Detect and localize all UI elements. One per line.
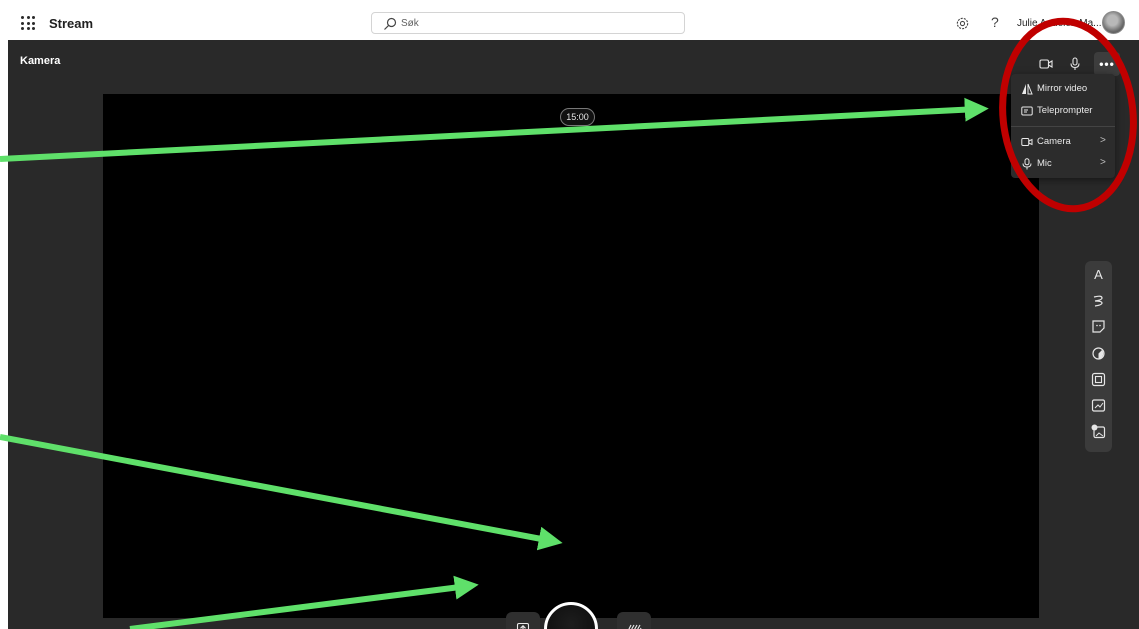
upload-icon: [516, 622, 530, 629]
menu-item-camera[interactable]: Camera >: [1011, 131, 1115, 153]
frame-icon[interactable]: [1090, 371, 1107, 388]
search-placeholder: Søk: [401, 18, 419, 29]
background-effects-icon: [628, 624, 642, 629]
timer-badge: 15:00: [560, 108, 595, 126]
mic-toggle-button[interactable]: [1062, 52, 1088, 76]
filter-icon[interactable]: [1090, 345, 1107, 362]
teleprompter-icon: [1021, 106, 1033, 116]
board-icon[interactable]: [1090, 397, 1107, 414]
upload-button[interactable]: [506, 612, 540, 629]
app-title[interactable]: Stream: [49, 16, 93, 31]
drawing-tool-rail: A: [1085, 261, 1112, 452]
mirror-icon: [1022, 83, 1033, 95]
sticky-note-icon[interactable]: [1090, 318, 1107, 335]
avatar[interactable]: [1102, 11, 1125, 34]
more-options-button[interactable]: •••: [1094, 52, 1120, 76]
add-image-icon[interactable]: [1090, 423, 1107, 440]
search-icon: [384, 17, 397, 30]
menu-label-mirror-video: Mirror video: [1037, 83, 1088, 94]
microphone-icon: [1070, 57, 1080, 70]
video-camera-icon: [1039, 59, 1053, 69]
menu-item-teleprompter[interactable]: Teleprompter: [1011, 100, 1115, 122]
camera-recorder: Kamera ••• 15:00 Mirror video Teleprompt…: [8, 40, 1139, 629]
background-effects-button[interactable]: [617, 612, 651, 629]
more-options-menu: Mirror video Teleprompter Camera > Mic >: [1011, 74, 1115, 178]
menu-item-mirror-video[interactable]: Mirror video: [1011, 78, 1115, 100]
chevron-right-icon: >: [1100, 135, 1106, 146]
menu-label-camera: Camera: [1037, 136, 1071, 147]
camera-preview: 15:00: [103, 94, 1039, 629]
top-bar: Stream Søk ? Julie Andelen Ma...: [0, 9, 1139, 40]
menu-item-mic[interactable]: Mic >: [1011, 153, 1115, 175]
pen-tool-icon[interactable]: [1090, 292, 1107, 309]
menu-divider: [1011, 126, 1115, 127]
camera-toggle-button[interactable]: [1033, 52, 1059, 76]
help-icon[interactable]: ?: [991, 14, 999, 30]
text-tool-icon[interactable]: A: [1090, 266, 1107, 283]
menu-label-mic: Mic: [1037, 158, 1052, 169]
app-launcher-icon[interactable]: [21, 16, 35, 30]
chevron-right-icon: >: [1100, 157, 1106, 168]
search-box[interactable]: Søk: [371, 12, 685, 34]
microphone-icon: [1022, 158, 1032, 170]
record-button[interactable]: [544, 602, 598, 629]
menu-label-teleprompter: Teleprompter: [1037, 105, 1093, 116]
gear-icon[interactable]: [955, 16, 970, 31]
video-camera-icon: [1021, 138, 1033, 146]
user-name[interactable]: Julie Andelen Ma...: [1017, 18, 1102, 29]
page-title: Kamera: [20, 55, 61, 67]
